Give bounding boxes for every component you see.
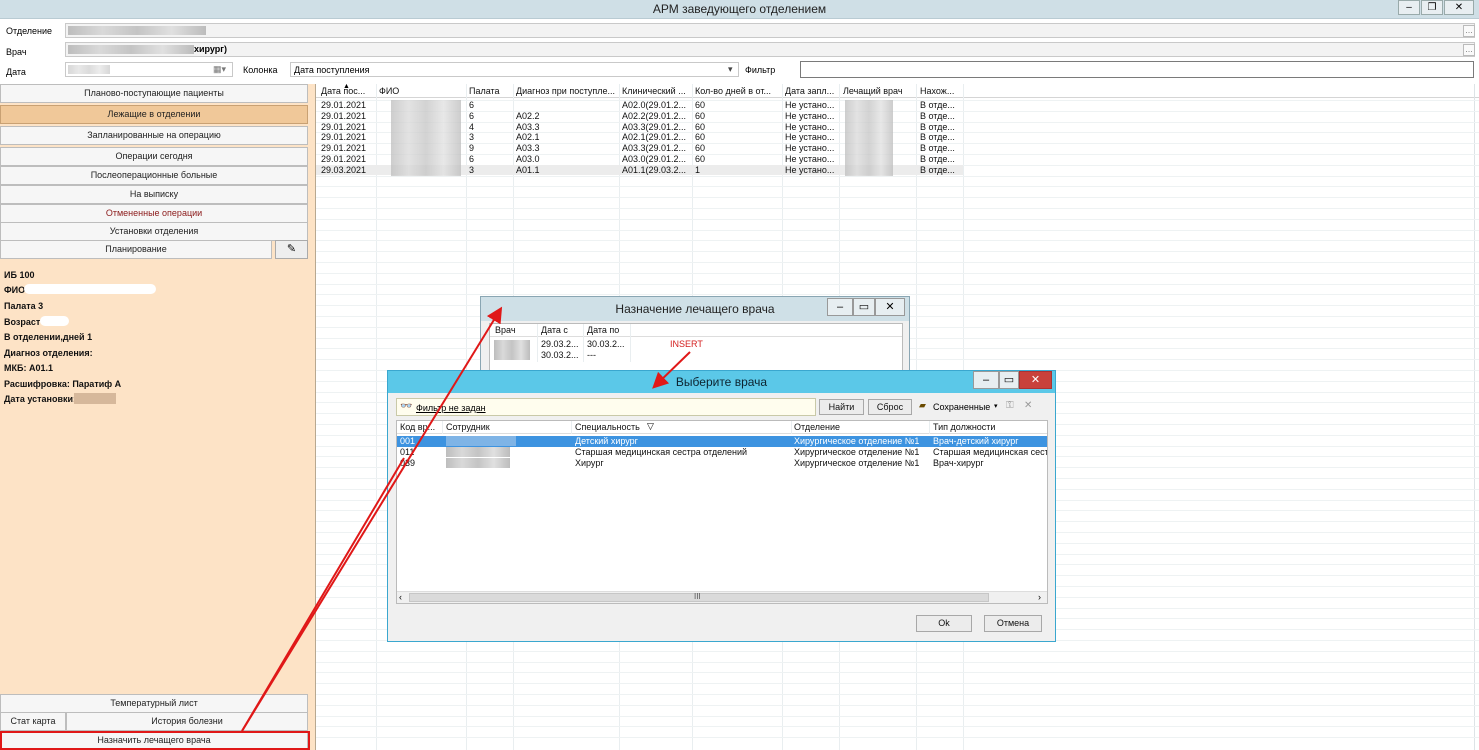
arrow-to-choose-dialog — [241, 457, 405, 732]
arrow-to-assign-dialog — [241, 306, 503, 732]
arrow-insert — [652, 351, 691, 389]
annotation-arrows — [241, 306, 691, 732]
